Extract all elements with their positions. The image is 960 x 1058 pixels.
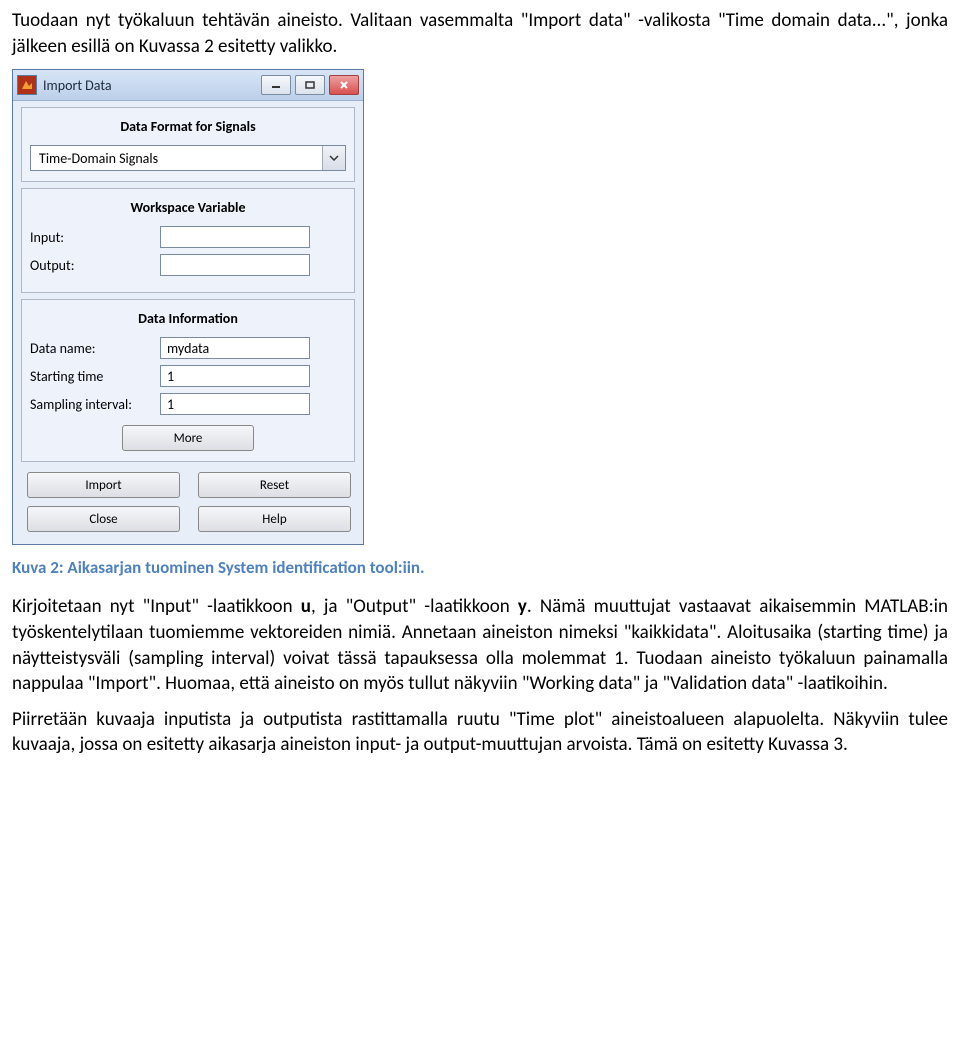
data-information-panel: Data Information Data name: Starting tim… <box>21 299 355 462</box>
bold-y: y <box>518 595 527 618</box>
figure-caption: Kuva 2: Aikasarjan tuominen System ident… <box>12 557 948 578</box>
matlab-icon <box>17 75 37 95</box>
paragraph-timeplot: Piirretään kuvaaja inputista ja outputis… <box>12 707 948 758</box>
reset-button[interactable]: Reset <box>198 472 351 498</box>
workspace-variable-panel: Workspace Variable Input: Output: <box>21 188 355 293</box>
help-button[interactable]: Help <box>198 506 351 532</box>
bold-u: u <box>301 595 311 618</box>
intro-paragraph: Tuodaan nyt työkaluun tehtävän aineisto.… <box>12 8 948 59</box>
output-label: Output: <box>30 257 160 274</box>
data-format-dropdown[interactable]: Time-Domain Signals <box>30 145 346 171</box>
workspace-heading: Workspace Variable <box>30 199 346 216</box>
data-name-field[interactable] <box>160 337 310 359</box>
paragraph-instructions: Kirjoitetaan nyt "Input" -laatikkoon u, … <box>12 594 948 697</box>
data-info-heading: Data Information <box>30 310 346 327</box>
import-button[interactable]: Import <box>27 472 180 498</box>
starting-time-label: Starting time <box>30 368 160 385</box>
more-button[interactable]: More <box>122 425 254 451</box>
close-dialog-button[interactable]: Close <box>27 506 180 532</box>
data-format-panel: Data Format for Signals Time-Domain Sign… <box>21 107 355 182</box>
import-data-dialog: Import Data Data Format for Signals Time… <box>12 69 364 545</box>
starting-time-field[interactable] <box>160 365 310 387</box>
sampling-interval-field[interactable] <box>160 393 310 415</box>
text-segment: Kirjoitetaan nyt "Input" -laatikkoon <box>12 595 301 618</box>
data-format-selected: Time-Domain Signals <box>31 150 322 167</box>
input-label: Input: <box>30 229 160 246</box>
input-field[interactable] <box>160 226 310 248</box>
maximize-button[interactable] <box>295 75 325 95</box>
window-title: Import Data <box>43 77 112 94</box>
close-button[interactable] <box>329 75 359 95</box>
output-field[interactable] <box>160 254 310 276</box>
minimize-button[interactable] <box>261 75 291 95</box>
data-format-heading: Data Format for Signals <box>30 118 346 135</box>
text-segment: , ja "Output" -laatikkoon <box>311 595 518 618</box>
titlebar[interactable]: Import Data <box>13 70 363 101</box>
data-name-label: Data name: <box>30 340 160 357</box>
chevron-down-icon <box>322 146 345 170</box>
sampling-interval-label: Sampling interval: <box>30 396 160 413</box>
